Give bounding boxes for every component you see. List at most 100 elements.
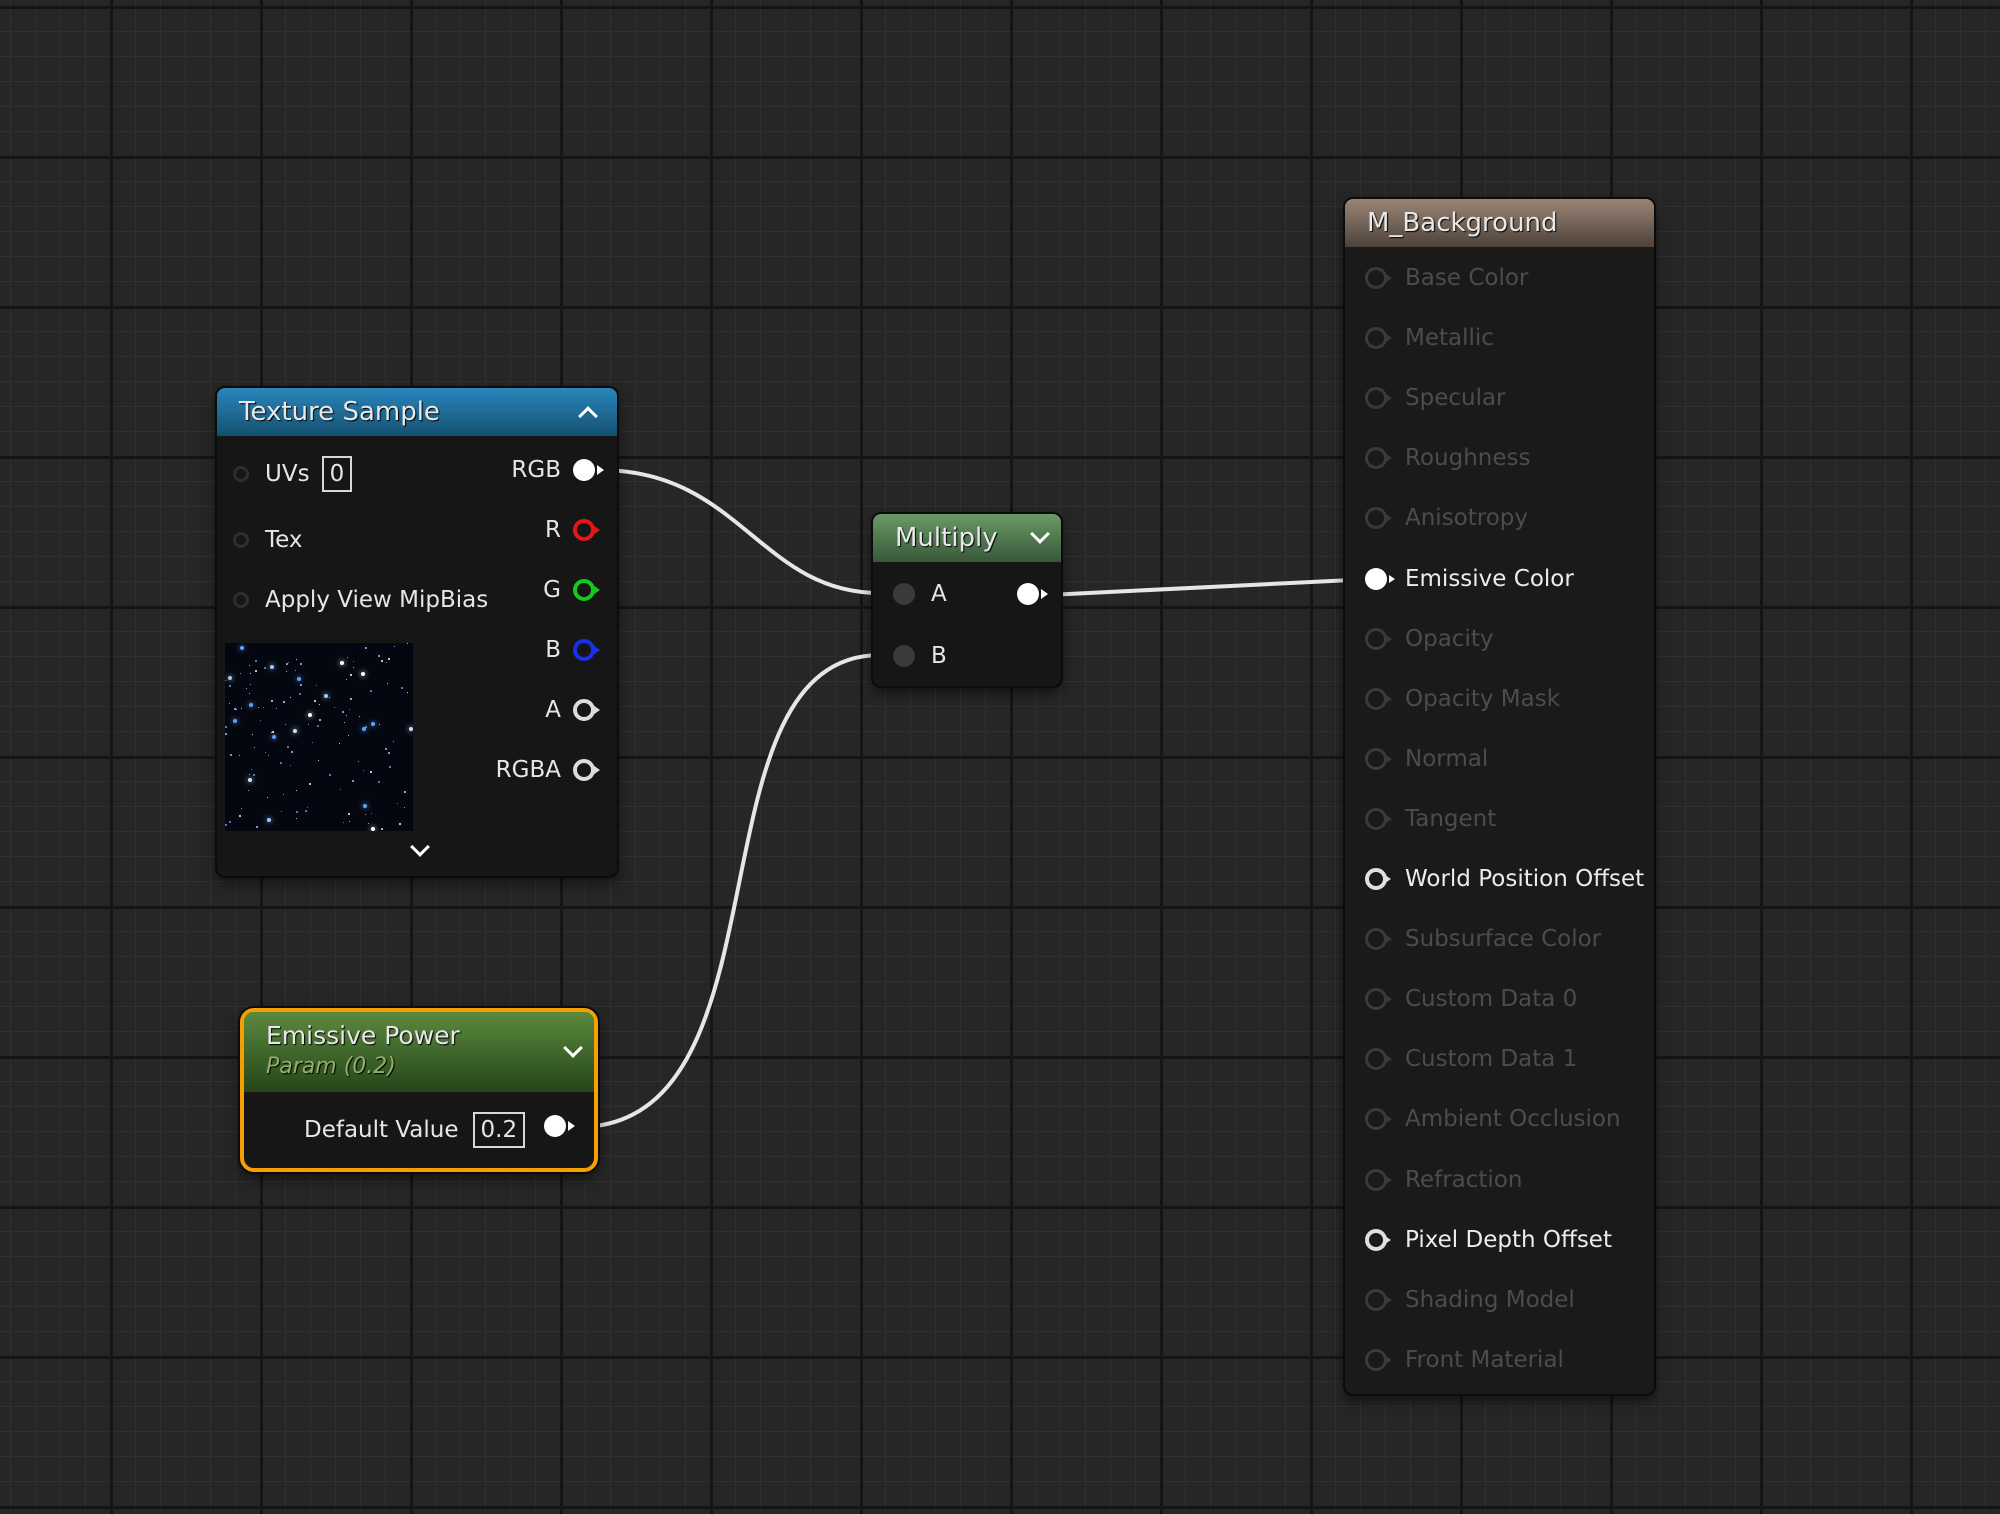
result-pin-specular[interactable]: Specular [1365, 380, 1506, 416]
rgba-pin-icon[interactable] [573, 759, 600, 781]
input-pin-icon[interactable] [1365, 567, 1395, 590]
collapse-chevron-up-icon[interactable] [573, 388, 603, 436]
input-uvs[interactable]: UVs 0 [233, 456, 353, 492]
param-output-pin-icon[interactable] [544, 1115, 575, 1137]
input-pin-icon[interactable] [1365, 1288, 1392, 1311]
result-pin-anisotropy[interactable]: Anisotropy [1365, 500, 1528, 536]
star-dot [388, 658, 390, 660]
multiply-input-b[interactable]: B [893, 638, 947, 674]
star-dot [346, 715, 347, 716]
result-pin-custom-data-0[interactable]: Custom Data 0 [1365, 981, 1577, 1017]
param-output[interactable] [544, 1108, 575, 1144]
result-pin-label: Subsurface Color [1405, 926, 1602, 953]
output-r[interactable]: R [545, 512, 600, 548]
star-dot [280, 762, 282, 764]
output-a[interactable]: A [545, 692, 600, 728]
g-pin-icon[interactable] [573, 579, 600, 601]
input-pin-icon[interactable] [1365, 507, 1392, 530]
a-pin-icon[interactable] [573, 699, 600, 721]
input-pin-icon[interactable] [1365, 1108, 1392, 1131]
input-pin-icon[interactable] [1365, 1348, 1392, 1371]
material-graph-canvas[interactable]: Texture Sample UVs 0 Tex Apply View MipB… [0, 0, 2000, 1514]
input-pin-icon[interactable] [1365, 868, 1391, 890]
multiply-output-pin-icon[interactable] [1017, 583, 1048, 605]
result-pin-front-material[interactable]: Front Material [1365, 1342, 1564, 1378]
star-dot [371, 722, 375, 726]
star-dot [359, 716, 360, 717]
output-g[interactable]: G [543, 572, 600, 608]
input-pin-icon[interactable] [1365, 447, 1392, 470]
result-pin-refraction[interactable]: Refraction [1365, 1162, 1522, 1198]
result-pin-opacity-mask[interactable]: Opacity Mask [1365, 681, 1560, 717]
output-b[interactable]: B [545, 632, 600, 668]
multiply-input-a[interactable]: A [893, 576, 947, 612]
result-pin-tangent[interactable]: Tangent [1365, 801, 1496, 837]
star-dot [229, 685, 231, 687]
result-pin-custom-data-1[interactable]: Custom Data 1 [1365, 1041, 1577, 1077]
multiply-output[interactable] [1005, 576, 1048, 612]
result-pin-ambient-occlusion[interactable]: Ambient Occlusion [1365, 1101, 1621, 1137]
texture-sample-header[interactable]: Texture Sample [217, 388, 617, 436]
result-pin-subsurface-color[interactable]: Subsurface Color [1365, 921, 1601, 957]
uvs-pin-icon[interactable] [233, 466, 249, 482]
mipbias-pin-icon[interactable] [233, 592, 249, 608]
result-header[interactable]: M_Background [1345, 199, 1654, 247]
result-pin-roughness[interactable]: Roughness [1365, 440, 1530, 476]
star-dot [365, 647, 367, 649]
result-pin-label: Ambient Occlusion [1405, 1106, 1621, 1133]
star-dot [358, 761, 359, 762]
result-pin-normal[interactable]: Normal [1365, 741, 1488, 777]
multiply-node[interactable]: Multiply A B [873, 514, 1061, 686]
star-dot [246, 688, 247, 689]
uvs-value-field[interactable]: 0 [321, 456, 353, 492]
input-pin-icon[interactable] [1365, 807, 1392, 830]
star-dot [347, 657, 348, 658]
star-dot [350, 674, 352, 676]
result-pin-metallic[interactable]: Metallic [1365, 320, 1494, 356]
input-pin-icon[interactable] [1365, 387, 1392, 410]
multiply-a-pin-icon[interactable] [893, 583, 915, 605]
star-dot [404, 807, 405, 808]
result-pin-label: Metallic [1405, 325, 1494, 352]
emissive-power-header[interactable]: Emissive Power Param (0.2) [244, 1012, 594, 1092]
input-pin-icon[interactable] [1365, 928, 1392, 951]
result-pin-emissive-color[interactable]: Emissive Color [1365, 561, 1574, 597]
input-pin-icon[interactable] [1365, 1228, 1391, 1251]
input-tex[interactable]: Tex [233, 522, 303, 558]
input-pin-icon[interactable] [1365, 1048, 1392, 1071]
rgb-pin-icon[interactable] [573, 459, 604, 481]
param-chevron-down-icon[interactable] [558, 1012, 588, 1092]
star-dot [236, 709, 237, 710]
result-pin-base-color[interactable]: Base Color [1365, 260, 1528, 296]
input-pin-icon[interactable] [1365, 988, 1392, 1011]
texture-sample-node[interactable]: Texture Sample UVs 0 Tex Apply View MipB… [217, 388, 617, 876]
tex-pin-icon[interactable] [233, 532, 249, 548]
output-rgba[interactable]: RGBA [496, 752, 600, 788]
multiply-b-pin-icon[interactable] [893, 645, 915, 667]
multiply-header[interactable]: Multiply [873, 514, 1061, 562]
input-pin-icon[interactable] [1365, 747, 1392, 770]
result-pin-shading-model[interactable]: Shading Model [1365, 1282, 1575, 1318]
star-dot [286, 671, 287, 672]
default-value-field[interactable]: 0.2 [472, 1112, 526, 1148]
output-rgb[interactable]: RGB [511, 452, 604, 488]
b-pin-icon[interactable] [573, 639, 600, 661]
input-pin-icon[interactable] [1365, 1168, 1392, 1191]
emissive-power-param-node[interactable]: Emissive Power Param (0.2) Default Value… [240, 1008, 598, 1172]
input-pin-icon[interactable] [1365, 687, 1392, 710]
input-pin-icon[interactable] [1365, 327, 1392, 350]
result-pin-opacity[interactable]: Opacity [1365, 621, 1493, 657]
expand-chevron-down-icon[interactable] [405, 836, 435, 866]
input-pin-icon[interactable] [1365, 627, 1392, 650]
result-pin-label: World Position Offset [1405, 866, 1645, 892]
r-pin-icon[interactable] [573, 519, 600, 541]
input-pin-icon[interactable] [1365, 267, 1392, 289]
input-apply-view-mipbias[interactable]: Apply View MipBias [233, 582, 488, 618]
star-dot [387, 683, 388, 684]
result-pin-pixel-depth-offset[interactable]: Pixel Depth Offset [1365, 1222, 1612, 1258]
multiply-chevron-down-icon[interactable] [1025, 514, 1055, 562]
star-dot [255, 670, 257, 672]
result-pin-world-position-offset[interactable]: World Position Offset [1365, 861, 1644, 897]
star-dot [371, 813, 372, 814]
material-result-node[interactable]: M_Background Base Color Metallic Specular R… [1345, 199, 1654, 1394]
